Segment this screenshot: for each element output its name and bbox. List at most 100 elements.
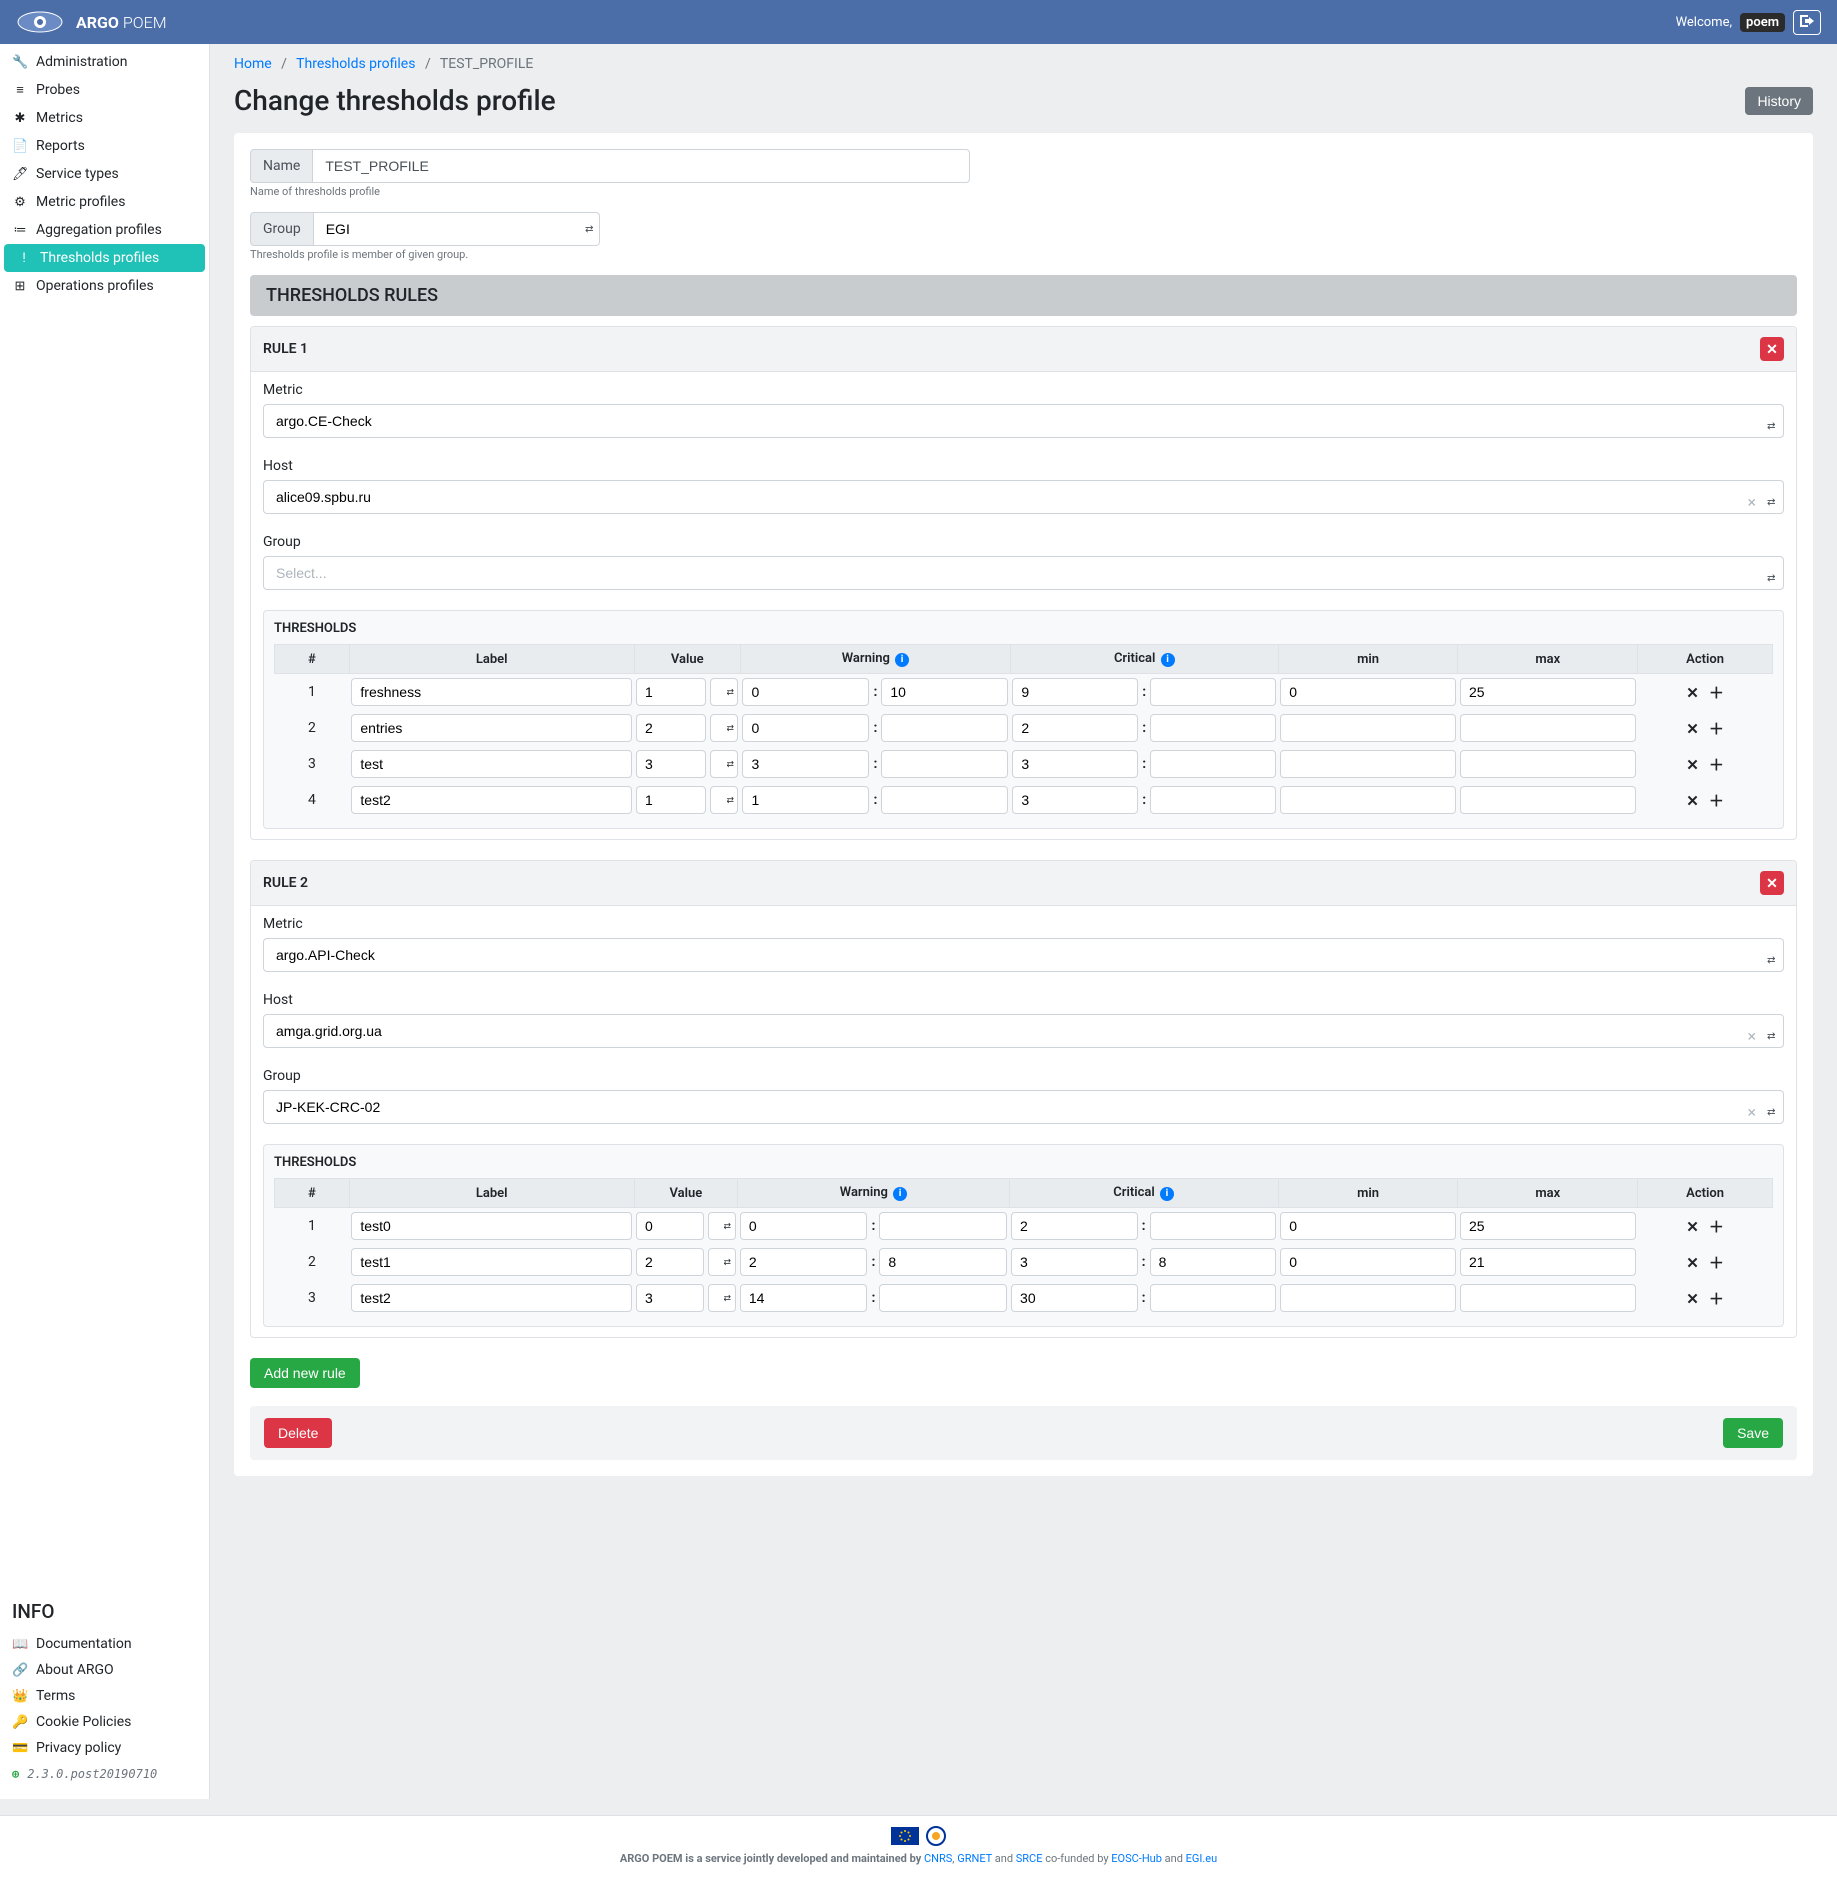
- value-input[interactable]: [636, 1212, 704, 1240]
- unit-select[interactable]: %: [708, 1284, 736, 1312]
- remove-row-icon[interactable]: ✕: [1686, 684, 1699, 702]
- sidebar-item-metrics[interactable]: ✱Metrics: [0, 104, 209, 132]
- max-input[interactable]: [1460, 714, 1636, 742]
- unit-select[interactable]: TB: [708, 1248, 736, 1276]
- info-item-cookie-policies[interactable]: 🔑Cookie Policies: [12, 1709, 197, 1735]
- max-input[interactable]: [1460, 1248, 1636, 1276]
- sidebar-item-aggregation-profiles[interactable]: ≔Aggregation profiles: [0, 216, 209, 244]
- warning-a-input[interactable]: [740, 1212, 868, 1240]
- rule-group-select[interactable]: Select...: [263, 556, 1784, 590]
- metric-select[interactable]: argo.CE-Check: [263, 404, 1784, 438]
- label-input[interactable]: [351, 786, 632, 814]
- warning-a-input[interactable]: [742, 750, 869, 778]
- critical-a-input[interactable]: [1011, 1248, 1138, 1276]
- info-icon[interactable]: i: [1160, 1187, 1174, 1201]
- add-row-icon[interactable]: ＋: [1709, 1254, 1724, 1272]
- unit-select[interactable]: KB: [708, 1212, 736, 1240]
- delete-button[interactable]: Delete: [264, 1418, 332, 1448]
- warning-a-input[interactable]: [740, 1284, 868, 1312]
- info-icon[interactable]: i: [895, 653, 909, 667]
- unit-select[interactable]: B: [710, 714, 738, 742]
- warning-a-input[interactable]: [742, 678, 869, 706]
- breadcrumb-home[interactable]: Home: [234, 56, 272, 72]
- name-input[interactable]: [313, 149, 970, 183]
- warning-b-input[interactable]: [881, 714, 1008, 742]
- critical-b-input[interactable]: [1150, 678, 1276, 706]
- info-item-privacy-policy[interactable]: 💳Privacy policy: [12, 1735, 197, 1761]
- info-icon[interactable]: i: [893, 1187, 907, 1201]
- label-input[interactable]: [351, 1284, 632, 1312]
- info-item-documentation[interactable]: 📖Documentation: [12, 1631, 197, 1657]
- critical-a-input[interactable]: [1012, 750, 1138, 778]
- critical-a-input[interactable]: [1011, 1284, 1138, 1312]
- breadcrumb-profiles[interactable]: Thresholds profiles: [296, 56, 415, 72]
- sidebar-item-operations-profiles[interactable]: ⊞Operations profiles: [0, 272, 209, 300]
- min-input[interactable]: [1280, 714, 1456, 742]
- footer-link-srce[interactable]: SRCE: [1016, 1852, 1043, 1865]
- value-input[interactable]: [636, 786, 706, 814]
- min-input[interactable]: [1280, 1248, 1456, 1276]
- max-input[interactable]: [1460, 786, 1636, 814]
- remove-row-icon[interactable]: ✕: [1686, 720, 1699, 738]
- delete-rule-button[interactable]: ✕: [1760, 337, 1784, 361]
- critical-b-input[interactable]: [1150, 750, 1276, 778]
- host-select[interactable]: amga.grid.org.ua: [263, 1014, 1784, 1048]
- sidebar-item-service-types[interactable]: 🖊Service types: [0, 160, 209, 188]
- max-input[interactable]: [1460, 1284, 1636, 1312]
- min-input[interactable]: [1280, 1284, 1456, 1312]
- warning-b-input[interactable]: [879, 1248, 1007, 1276]
- host-select[interactable]: alice09.spbu.ru: [263, 480, 1784, 514]
- warning-b-input[interactable]: [879, 1212, 1007, 1240]
- critical-b-input[interactable]: [1150, 786, 1276, 814]
- remove-row-icon[interactable]: ✕: [1686, 1290, 1699, 1308]
- warning-a-input[interactable]: [742, 714, 869, 742]
- label-input[interactable]: [351, 1248, 632, 1276]
- min-input[interactable]: [1280, 678, 1456, 706]
- label-input[interactable]: [351, 714, 632, 742]
- min-input[interactable]: [1280, 750, 1456, 778]
- info-item-about-argo[interactable]: 🔗About ARGO: [12, 1657, 197, 1683]
- unit-select[interactable]: [710, 786, 738, 814]
- max-input[interactable]: [1460, 678, 1636, 706]
- group-select[interactable]: EGI: [314, 212, 600, 246]
- save-button[interactable]: Save: [1723, 1418, 1783, 1448]
- warning-b-input[interactable]: [881, 678, 1008, 706]
- add-row-icon[interactable]: ＋: [1709, 792, 1724, 810]
- remove-row-icon[interactable]: ✕: [1686, 1254, 1699, 1272]
- metric-select[interactable]: argo.API-Check: [263, 938, 1784, 972]
- footer-link-egi[interactable]: EGI.eu: [1186, 1852, 1218, 1865]
- sidebar-item-reports[interactable]: 📄Reports: [0, 132, 209, 160]
- unit-select[interactable]: [710, 750, 738, 778]
- unit-select[interactable]: s: [710, 678, 738, 706]
- add-row-icon[interactable]: ＋: [1709, 1290, 1724, 1308]
- value-input[interactable]: [636, 678, 706, 706]
- warning-b-input[interactable]: [881, 750, 1008, 778]
- warning-a-input[interactable]: [740, 1248, 868, 1276]
- sidebar-item-administration[interactable]: 🔧Administration: [0, 48, 209, 76]
- critical-b-input[interactable]: [1150, 714, 1276, 742]
- critical-b-input[interactable]: [1150, 1212, 1277, 1240]
- sidebar-item-metric-profiles[interactable]: ⚙Metric profiles: [0, 188, 209, 216]
- value-input[interactable]: [636, 1248, 704, 1276]
- info-icon[interactable]: i: [1161, 653, 1175, 667]
- value-input[interactable]: [636, 714, 706, 742]
- add-row-icon[interactable]: ＋: [1709, 720, 1724, 738]
- add-row-icon[interactable]: ＋: [1709, 1218, 1724, 1236]
- critical-b-input[interactable]: [1150, 1248, 1277, 1276]
- label-input[interactable]: [351, 750, 632, 778]
- critical-a-input[interactable]: [1011, 1212, 1138, 1240]
- footer-link-cnrs[interactable]: CNRS: [924, 1852, 952, 1865]
- label-input[interactable]: [351, 678, 632, 706]
- max-input[interactable]: [1460, 1212, 1636, 1240]
- value-input[interactable]: [636, 1284, 704, 1312]
- warning-a-input[interactable]: [742, 786, 869, 814]
- remove-row-icon[interactable]: ✕: [1686, 1218, 1699, 1236]
- critical-b-input[interactable]: [1150, 1284, 1277, 1312]
- min-input[interactable]: [1280, 1212, 1456, 1240]
- add-row-icon[interactable]: ＋: [1709, 684, 1724, 702]
- min-input[interactable]: [1280, 786, 1456, 814]
- sidebar-item-thresholds-profiles[interactable]: !Thresholds profiles: [4, 244, 205, 272]
- footer-link-grnet[interactable]: GRNET: [957, 1852, 992, 1865]
- critical-a-input[interactable]: [1012, 786, 1138, 814]
- rule-group-select[interactable]: JP-KEK-CRC-02: [263, 1090, 1784, 1124]
